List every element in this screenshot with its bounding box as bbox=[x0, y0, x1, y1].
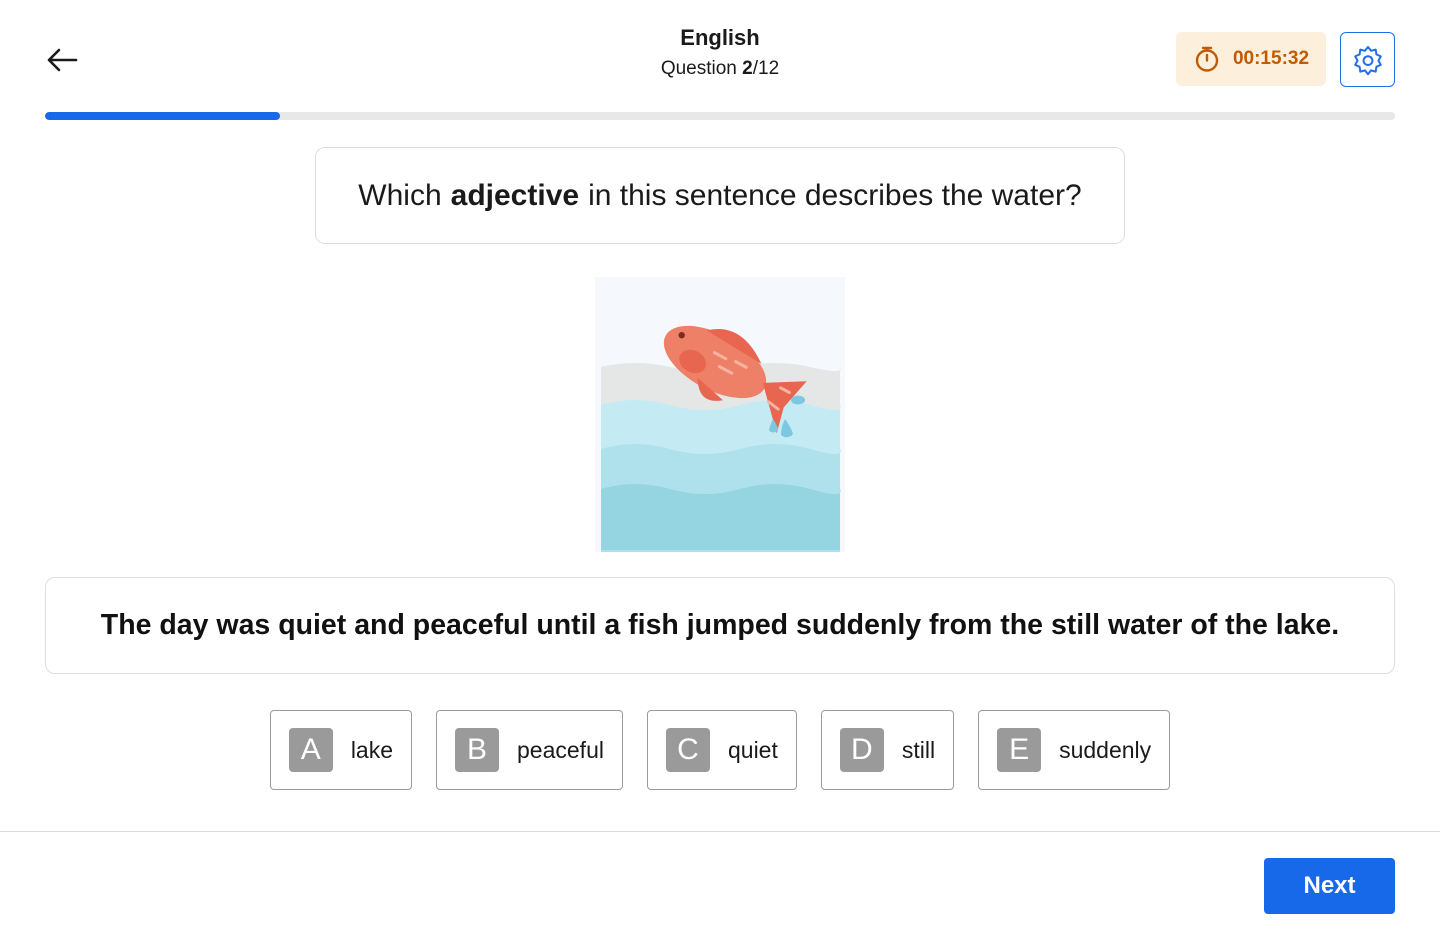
option-letter: A bbox=[288, 728, 333, 772]
progress-bar bbox=[45, 112, 1395, 120]
stopwatch-icon bbox=[1195, 46, 1219, 72]
prompt-text-before: Which bbox=[358, 178, 442, 212]
option-letter: D bbox=[839, 728, 884, 772]
progress-fill bbox=[45, 112, 280, 120]
arrow-left-icon bbox=[47, 48, 78, 72]
option-text: still bbox=[901, 736, 936, 763]
sentence-card: The day was quiet and peaceful until a f… bbox=[45, 577, 1395, 674]
option-text: peaceful bbox=[517, 736, 604, 763]
question-label: Question bbox=[660, 58, 737, 79]
back-button[interactable] bbox=[40, 40, 84, 80]
option-d-button[interactable]: D still bbox=[820, 710, 955, 790]
option-e-button[interactable]: E suddenly bbox=[978, 710, 1171, 790]
next-button[interactable]: Next bbox=[1264, 858, 1395, 914]
option-text: quiet bbox=[727, 736, 778, 763]
option-letter: E bbox=[997, 728, 1042, 772]
option-letter: C bbox=[665, 728, 710, 772]
footer-divider bbox=[0, 831, 1440, 832]
header-title: English Question 2/12 bbox=[520, 24, 920, 82]
subject-title: English bbox=[680, 25, 760, 50]
answer-options: A lake B peaceful C quiet D still E sudd… bbox=[0, 710, 1440, 790]
option-b-button[interactable]: B peaceful bbox=[436, 710, 623, 790]
option-a-button[interactable]: A lake bbox=[269, 710, 413, 790]
fish-illustration bbox=[595, 277, 845, 552]
option-text: suddenly bbox=[1059, 736, 1152, 763]
timer-value: 00:15:32 bbox=[1232, 48, 1310, 69]
prompt-emphasis: adjective bbox=[450, 178, 580, 212]
question-current: 2 bbox=[742, 58, 753, 79]
sentence-text: The day was quiet and peaceful until a f… bbox=[100, 609, 1340, 641]
option-c-button[interactable]: C quiet bbox=[646, 710, 797, 790]
question-prompt: Which adjective in this sentence describ… bbox=[315, 147, 1125, 244]
settings-button[interactable] bbox=[1340, 32, 1395, 87]
prompt-text-after: in this sentence describes the water? bbox=[588, 178, 1082, 212]
timer-badge: 00:15:32 bbox=[1176, 32, 1326, 86]
question-counter: Question 2/12 bbox=[520, 56, 920, 82]
option-text: lake bbox=[350, 736, 394, 763]
option-letter: B bbox=[455, 728, 500, 772]
question-total: /12 bbox=[752, 58, 780, 79]
gear-icon bbox=[1353, 45, 1382, 75]
